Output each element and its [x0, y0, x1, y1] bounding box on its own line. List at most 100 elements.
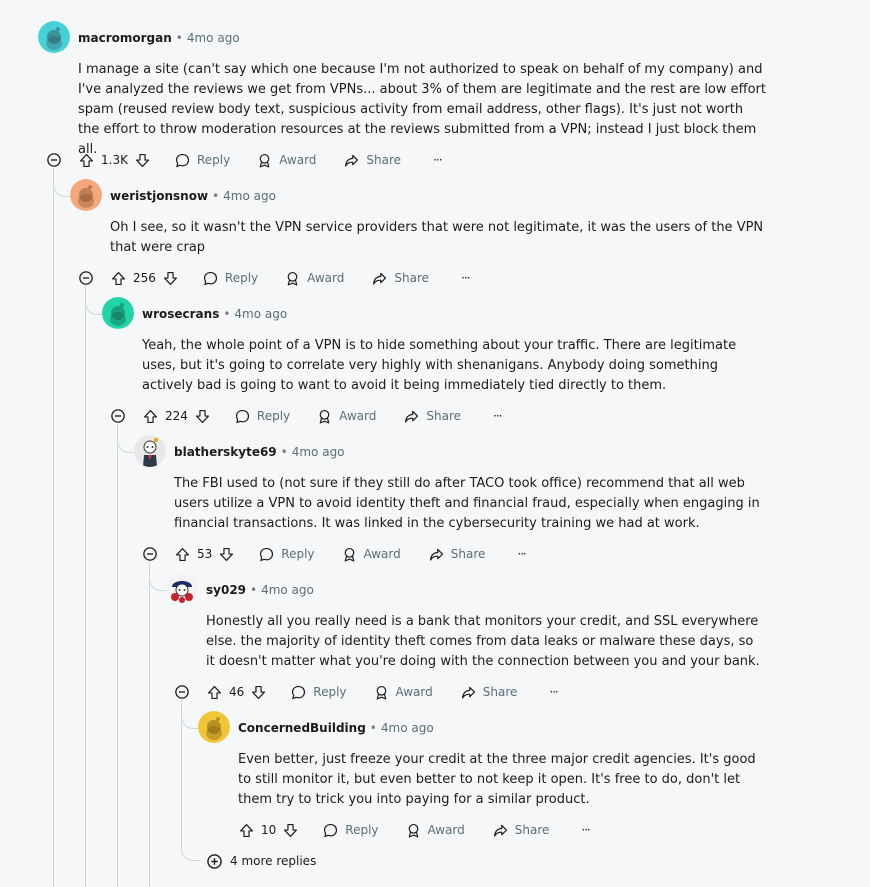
- award-button[interactable]: Award: [316, 408, 376, 425]
- upvote-icon[interactable]: [174, 546, 191, 563]
- collapse-thread-button[interactable]: [111, 409, 125, 423]
- downvote-icon[interactable]: [282, 822, 299, 839]
- comment-body: The FBI used to (not sure if they still …: [174, 476, 760, 531]
- more-options-button[interactable]: ···: [433, 153, 443, 167]
- avatar[interactable]: [166, 573, 198, 605]
- reply-icon: [260, 547, 274, 561]
- upvote-icon[interactable]: [110, 270, 127, 287]
- share-icon: [373, 272, 387, 285]
- collapse-thread-button[interactable]: [47, 153, 61, 167]
- reply-button[interactable]: Reply: [258, 546, 315, 563]
- collapse-icon: [143, 547, 157, 561]
- reply-label: Reply: [256, 409, 291, 423]
- share-button[interactable]: Share: [460, 684, 517, 701]
- collapse-thread-button[interactable]: [143, 547, 157, 561]
- share-button[interactable]: Share: [492, 822, 549, 839]
- award-icon: [376, 685, 386, 699]
- award-icon: [259, 153, 270, 167]
- comment-meta: ConcernedBuilding • 4mo ago: [238, 718, 434, 738]
- comment-time[interactable]: 4mo ago: [292, 445, 345, 459]
- award-button[interactable]: Award: [373, 684, 433, 701]
- vote-count: 46: [229, 685, 245, 699]
- more-options-button[interactable]: ···: [517, 547, 527, 561]
- comment-meta: wrosecrans • 4mo ago: [142, 304, 287, 324]
- downvote-icon[interactable]: [250, 684, 267, 701]
- reply-icon: [235, 409, 249, 423]
- reply-label: Reply: [196, 153, 231, 167]
- avatar[interactable]: [102, 297, 134, 329]
- upvote-icon[interactable]: [206, 684, 223, 701]
- share-label: Share: [394, 271, 430, 285]
- comment-author[interactable]: wrosecrans: [142, 307, 219, 321]
- more-options-button[interactable]: ···: [581, 823, 591, 837]
- award-button[interactable]: Award: [284, 270, 344, 287]
- comment-author[interactable]: weristjonsnow: [110, 189, 208, 203]
- share-button[interactable]: Share: [343, 152, 401, 169]
- award-button[interactable]: Award: [341, 546, 401, 563]
- comment-actions: 1.3K Reply Award Share ···: [78, 148, 443, 172]
- reply-label: Reply: [281, 547, 315, 561]
- award-button[interactable]: Award: [405, 822, 465, 839]
- share-button[interactable]: Share: [403, 408, 461, 425]
- avatar[interactable]: [198, 711, 230, 743]
- share-label: Share: [450, 547, 486, 561]
- reply-button[interactable]: Reply: [322, 822, 379, 839]
- collapse-thread-button[interactable]: [175, 685, 189, 699]
- upvote-icon[interactable]: [78, 152, 95, 169]
- downvote-icon[interactable]: [134, 152, 151, 169]
- downvote-icon[interactable]: [218, 546, 235, 563]
- more-options-button[interactable]: ···: [549, 685, 559, 699]
- avatar[interactable]: [38, 21, 70, 53]
- snoo-avatar-icon: [70, 179, 102, 211]
- share-button[interactable]: Share: [428, 546, 486, 563]
- comment-actions: 224 Reply Award Share ···: [142, 404, 503, 428]
- separator: •: [250, 583, 258, 597]
- comment-time[interactable]: 4mo ago: [261, 583, 314, 597]
- reply-button[interactable]: Reply: [290, 684, 347, 701]
- comment-author[interactable]: macromorgan: [78, 31, 172, 45]
- comment-author[interactable]: ConcernedBuilding: [238, 721, 366, 735]
- share-icon: [405, 410, 419, 423]
- share-button[interactable]: Share: [371, 270, 429, 287]
- comment-time[interactable]: 4mo ago: [234, 307, 287, 321]
- downvote-icon[interactable]: [162, 270, 179, 287]
- comment-actions: 53 Reply Award Share ···: [174, 542, 527, 566]
- upvote-icon[interactable]: [238, 822, 255, 839]
- comment-time[interactable]: 4mo ago: [381, 721, 434, 735]
- vote-count: 1.3K: [101, 153, 128, 167]
- comment-author[interactable]: sy029: [206, 583, 246, 597]
- comment-time[interactable]: 4mo ago: [187, 31, 240, 45]
- award-button[interactable]: Award: [256, 152, 316, 169]
- avatar[interactable]: [134, 435, 166, 467]
- more-replies-button[interactable]: 4 more replies: [207, 851, 316, 871]
- award-icon: [319, 409, 330, 423]
- collapse-thread-button[interactable]: [79, 271, 93, 285]
- comment-meta: sy029 • 4mo ago: [206, 580, 314, 600]
- vote-count: 256: [133, 271, 156, 285]
- more-options-button[interactable]: ···: [461, 271, 471, 285]
- comment-meta: macromorgan • 4mo ago: [78, 28, 240, 48]
- downvote-icon[interactable]: [194, 408, 211, 425]
- comment-time[interactable]: 4mo ago: [223, 189, 276, 203]
- reply-label: Reply: [313, 685, 347, 699]
- award-icon: [287, 271, 298, 285]
- more-options-button[interactable]: ···: [493, 409, 503, 423]
- vote-count: 53: [197, 547, 213, 561]
- comment-author[interactable]: blatherskyte69: [174, 445, 277, 459]
- award-label: Award: [363, 547, 401, 561]
- reply-label: Reply: [224, 271, 259, 285]
- reply-button[interactable]: Reply: [202, 270, 258, 287]
- comment-meta: weristjonsnow • 4mo ago: [110, 186, 276, 206]
- share-label: Share: [426, 409, 462, 423]
- comment-body: Oh I see, so it wasn't the VPN service p…: [110, 220, 764, 255]
- vote-group: 256: [110, 270, 179, 287]
- award-icon: [408, 823, 418, 837]
- upvote-icon[interactable]: [142, 408, 159, 425]
- avatar[interactable]: [70, 179, 102, 211]
- comment-body: Even better, just freeze your credit at …: [238, 752, 756, 807]
- award-icon: [344, 547, 354, 561]
- award-label: Award: [339, 409, 377, 423]
- comment-actions: 10 Reply Award Share ···: [238, 818, 591, 842]
- reply-button[interactable]: Reply: [174, 152, 230, 169]
- reply-button[interactable]: Reply: [234, 408, 290, 425]
